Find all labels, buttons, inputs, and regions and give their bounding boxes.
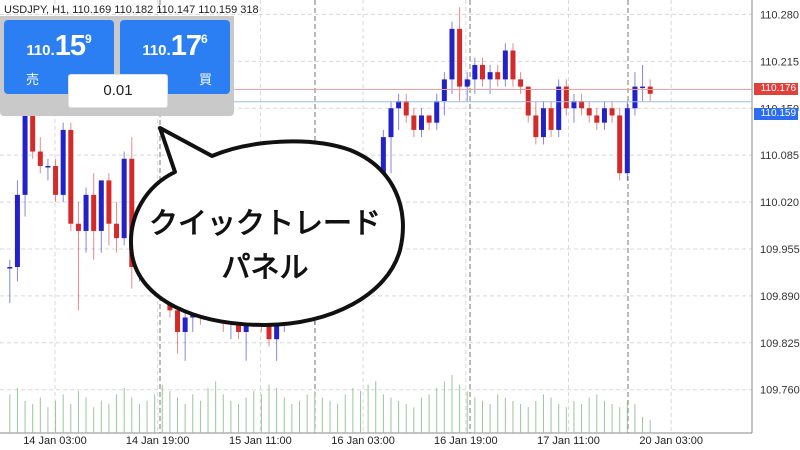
callout-bubble — [129, 126, 405, 327]
chart-stage: 110.280110.215110.150110.085110.020109.9… — [0, 0, 800, 450]
callout-title-line1: クイックトレード — [148, 208, 381, 240]
callout-title-line2: パネル — [221, 252, 309, 284]
